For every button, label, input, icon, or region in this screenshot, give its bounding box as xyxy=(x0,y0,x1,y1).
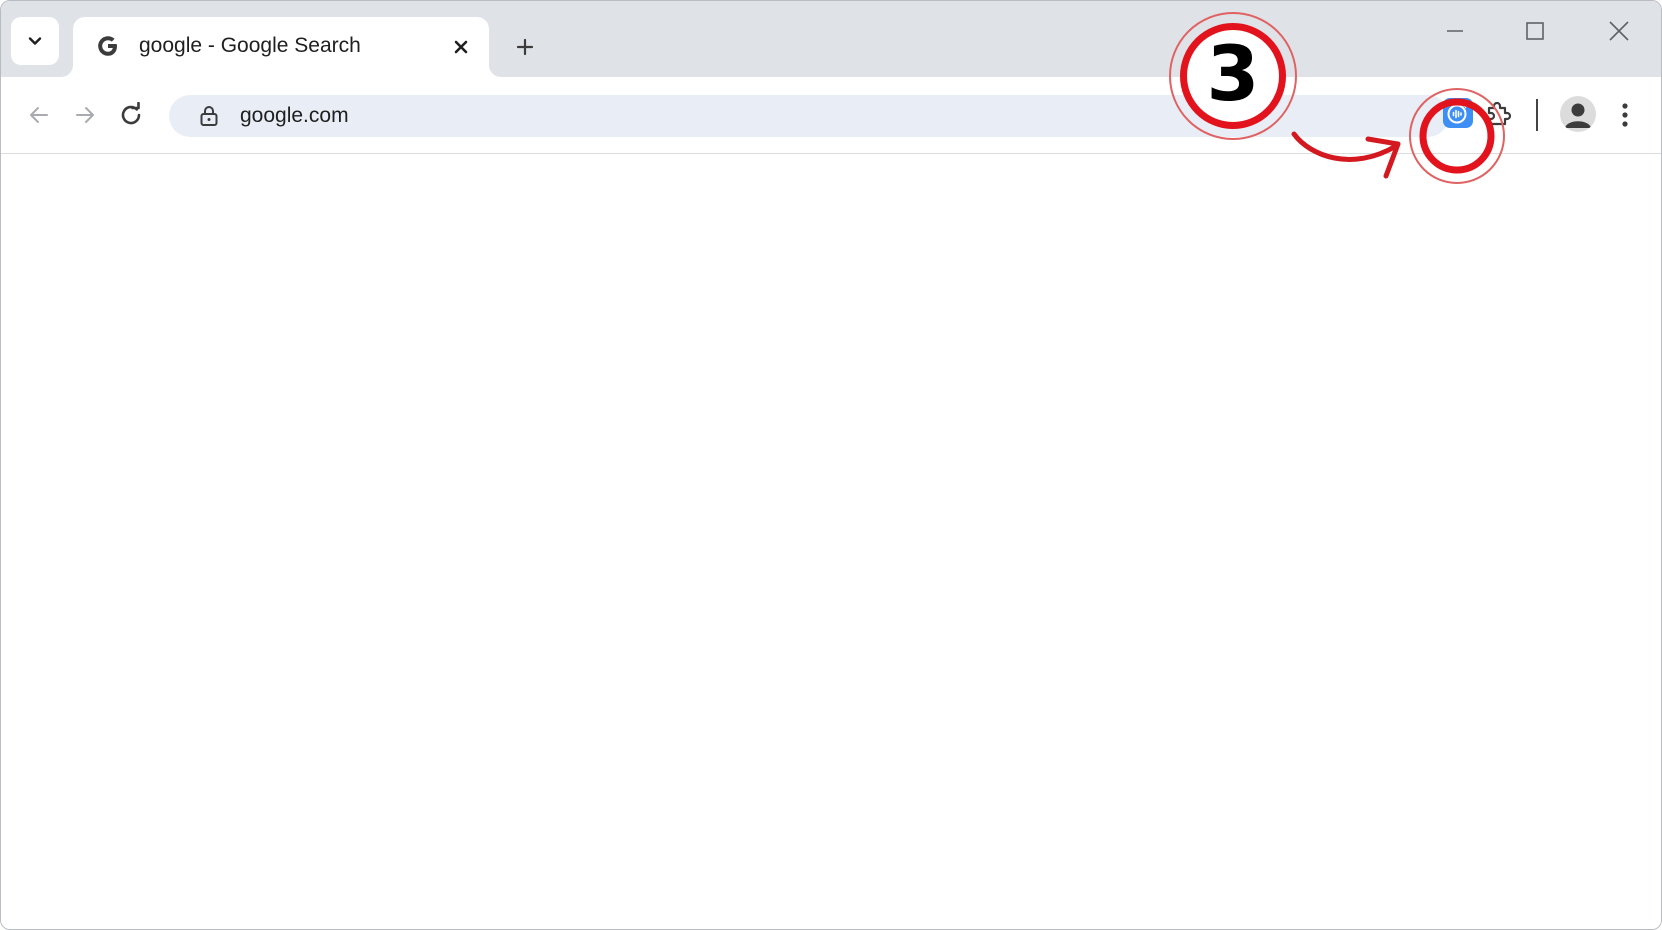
url-text[interactable]: google.com xyxy=(240,104,349,128)
back-button[interactable] xyxy=(21,97,57,133)
address-bar[interactable]: google.com xyxy=(169,95,1449,137)
browser-window: google - Google Search google.com xyxy=(0,0,1662,930)
maximize-button[interactable] xyxy=(1511,15,1559,47)
close-window-button[interactable] xyxy=(1595,15,1643,47)
puzzle-icon[interactable] xyxy=(1483,99,1513,129)
reload-button[interactable] xyxy=(113,97,149,133)
new-tab-button[interactable] xyxy=(509,31,541,63)
toolbar-divider xyxy=(1536,99,1538,131)
close-icon xyxy=(1609,21,1629,41)
browser-toolbar: google.com xyxy=(1,77,1661,154)
arrow-left-icon xyxy=(30,107,48,123)
chevron-down-icon xyxy=(28,37,42,45)
minimize-icon xyxy=(1447,30,1463,32)
page-content xyxy=(1,154,1661,929)
browser-menu-button[interactable] xyxy=(1613,97,1637,133)
audio-extension-button[interactable] xyxy=(1443,98,1473,128)
minimize-button[interactable] xyxy=(1431,15,1479,47)
kebab-menu-icon xyxy=(1622,103,1628,127)
maximize-icon xyxy=(1526,22,1544,40)
google-g-icon xyxy=(98,36,117,56)
tab-search-button[interactable] xyxy=(11,17,59,65)
tab-strip: google - Google Search xyxy=(1,1,1661,77)
tab-google-search[interactable]: google - Google Search xyxy=(73,17,489,77)
lock-icon[interactable] xyxy=(197,104,221,128)
arrow-right-icon xyxy=(76,107,94,123)
forward-button[interactable] xyxy=(67,97,103,133)
tab-title: google - Google Search xyxy=(139,34,361,57)
person-icon xyxy=(1565,103,1591,128)
plus-icon xyxy=(516,38,534,56)
tab-close-button[interactable] xyxy=(449,35,473,59)
audio-wave-extension-icon xyxy=(1447,103,1469,124)
close-icon xyxy=(454,40,468,54)
reload-icon xyxy=(121,102,141,125)
profile-button[interactable] xyxy=(1560,96,1596,132)
